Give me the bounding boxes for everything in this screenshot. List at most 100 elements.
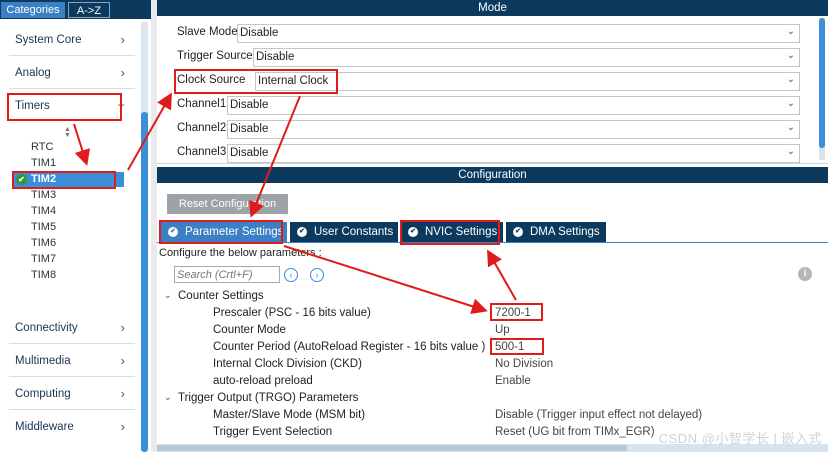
param-auto-reload-preload[interactable]: auto-reload preload Enable xyxy=(157,374,817,390)
chevron-down-icon: ⌄ xyxy=(164,392,172,402)
search-next-icon[interactable]: › xyxy=(310,268,324,282)
config-description: Configure the below parameters : xyxy=(159,247,322,259)
param-group-counter-settings[interactable]: ⌄ Counter Settings xyxy=(157,289,817,305)
check-circle-icon: ✔ xyxy=(408,227,418,237)
categories-tabbar: Categories A->Z xyxy=(0,0,151,19)
param-name: auto-reload preload xyxy=(213,375,313,387)
mode-label: Channel1 xyxy=(177,98,227,110)
timer-item-tim4[interactable]: TIM4 xyxy=(12,204,124,219)
channel1-select[interactable]: Disable ⌄ xyxy=(227,96,800,115)
param-group-trgo[interactable]: ⌄ Trigger Output (TRGO) Parameters xyxy=(157,391,817,407)
timer-item-tim1[interactable]: TIM1 xyxy=(12,156,124,171)
check-circle-icon: ✔ xyxy=(513,227,523,237)
param-counter-period[interactable]: Counter Period (AutoReload Register - 16… xyxy=(157,340,817,356)
mode-label: Clock Source xyxy=(177,74,246,86)
chevron-down-icon: ⌄ xyxy=(786,26,795,37)
category-timers[interactable]: Timers › xyxy=(3,96,133,118)
param-value[interactable]: Reset (UG bit from TIMx_EGR) xyxy=(495,426,655,438)
chevron-right-icon: › xyxy=(120,419,125,434)
timer-item-tim8[interactable]: TIM8 xyxy=(12,268,124,283)
mode-row-channel2: Channel2 Disable ⌄ xyxy=(157,119,817,139)
param-value[interactable]: Enable xyxy=(495,375,531,387)
timer-item-tim7[interactable]: TIM7 xyxy=(12,252,124,267)
category-system-core[interactable]: System Core › xyxy=(3,30,133,52)
mode-scrollbar[interactable] xyxy=(819,18,825,160)
category-middleware[interactable]: Middleware › xyxy=(3,417,133,439)
search-input[interactable] xyxy=(177,268,277,281)
category-label: Analog xyxy=(15,67,51,79)
category-computing[interactable]: Computing › xyxy=(3,384,133,406)
chevron-right-icon: › xyxy=(120,32,125,47)
param-value[interactable]: 7200-1 xyxy=(495,307,531,319)
timer-item-tim5[interactable]: TIM5 xyxy=(12,220,124,235)
chevron-right-icon: › xyxy=(120,65,125,80)
tab-a-z[interactable]: A->Z xyxy=(68,2,110,18)
param-name: Master/Slave Mode (MSM bit) xyxy=(213,409,366,421)
param-value[interactable]: Disable (Trigger input effect not delaye… xyxy=(495,409,702,421)
category-label: Middleware xyxy=(15,421,74,433)
scrollbar-thumb[interactable] xyxy=(819,18,825,148)
param-value[interactable]: Up xyxy=(495,324,510,336)
mode-row-trigger-source: Trigger Source Disable ⌄ xyxy=(157,47,817,67)
param-counter-mode[interactable]: Counter Mode Up xyxy=(157,323,817,339)
clock-source-select[interactable]: Internal Clock ⌄ xyxy=(255,72,800,91)
divider xyxy=(9,55,135,56)
chevron-right-icon: › xyxy=(120,320,125,335)
select-value: Disable xyxy=(230,147,269,159)
category-analog[interactable]: Analog › xyxy=(3,63,133,85)
category-multimedia[interactable]: Multimedia › xyxy=(3,351,133,373)
search-prev-icon[interactable]: ‹ xyxy=(284,268,298,282)
divider xyxy=(157,163,828,164)
param-name: Counter Mode xyxy=(213,324,286,336)
check-circle-icon: ✔ xyxy=(16,174,27,185)
category-connectivity[interactable]: Connectivity › xyxy=(3,318,133,340)
chevron-down-icon: ⌄ xyxy=(786,74,795,85)
info-icon[interactable]: i xyxy=(798,267,812,281)
timer-item-tim6[interactable]: TIM6 xyxy=(12,236,124,251)
scrollbar-thumb[interactable] xyxy=(141,112,148,452)
mode-row-channel3: Channel3 Disable ⌄ xyxy=(157,143,817,163)
category-label: Multimedia xyxy=(15,355,71,367)
param-prescaler[interactable]: Prescaler (PSC - 16 bits value) 7200-1 xyxy=(157,306,817,322)
select-value: Internal Clock xyxy=(258,75,329,87)
tab-categories[interactable]: Categories xyxy=(1,2,65,18)
timer-item-rtc[interactable]: RTC xyxy=(12,140,124,155)
timer-item-tim3[interactable]: TIM3 xyxy=(12,188,124,203)
param-clock-division[interactable]: Internal Clock Division (CKD) No Divisio… xyxy=(157,357,817,373)
param-value[interactable]: 500-1 xyxy=(495,341,524,353)
param-name: Prescaler (PSC - 16 bits value) xyxy=(213,307,371,319)
group-label: Trigger Output (TRGO) Parameters xyxy=(178,392,359,404)
timer-item-tim2[interactable]: ✔ TIM2 xyxy=(12,172,124,187)
tab-nvic-settings[interactable]: ✔ NVIC Settings xyxy=(401,222,503,242)
select-value: Disable xyxy=(256,51,295,63)
channel2-select[interactable]: Disable ⌄ xyxy=(227,120,800,139)
mode-label: Trigger Source xyxy=(177,50,253,62)
tabs-underline xyxy=(157,242,828,243)
tab-parameter-settings[interactable]: ✔ Parameter Settings xyxy=(161,222,287,242)
category-label: Computing xyxy=(15,388,71,400)
chevron-right-icon: › xyxy=(120,386,125,401)
reset-configuration-button[interactable]: Reset Configuration xyxy=(167,194,288,214)
chevron-down-icon: ⌄ xyxy=(786,50,795,61)
param-name: Counter Period (AutoReload Register - 16… xyxy=(213,341,486,353)
mode-row-channel1: Channel1 Disable ⌄ xyxy=(157,95,817,115)
check-circle-icon: ✔ xyxy=(297,227,307,237)
select-value: Disable xyxy=(230,123,269,135)
mode-header: Mode xyxy=(157,0,828,16)
scrollbar-thumb[interactable] xyxy=(157,445,627,451)
chevron-down-icon: ⌄ xyxy=(786,122,795,133)
category-scrollbar[interactable] xyxy=(141,22,148,452)
param-master-slave-mode[interactable]: Master/Slave Mode (MSM bit) Disable (Tri… xyxy=(157,408,817,424)
search-box[interactable] xyxy=(174,266,280,283)
sort-icon[interactable]: ▲ ▼ xyxy=(64,126,71,139)
tab-user-constants[interactable]: ✔ User Constants xyxy=(290,222,398,242)
param-value[interactable]: No Division xyxy=(495,358,553,370)
slave-mode-select[interactable]: Disable ⌄ xyxy=(237,24,800,43)
mode-label: Slave Mode xyxy=(177,26,238,38)
tab-dma-settings[interactable]: ✔ DMA Settings xyxy=(506,222,606,242)
chevron-down-icon: ⌄ xyxy=(786,146,795,157)
trigger-source-select[interactable]: Disable ⌄ xyxy=(253,48,800,67)
channel3-select[interactable]: Disable ⌄ xyxy=(227,144,800,163)
param-name: Trigger Event Selection xyxy=(213,426,333,438)
mode-row-clock-source: Clock Source Internal Clock ⌄ xyxy=(157,71,817,91)
